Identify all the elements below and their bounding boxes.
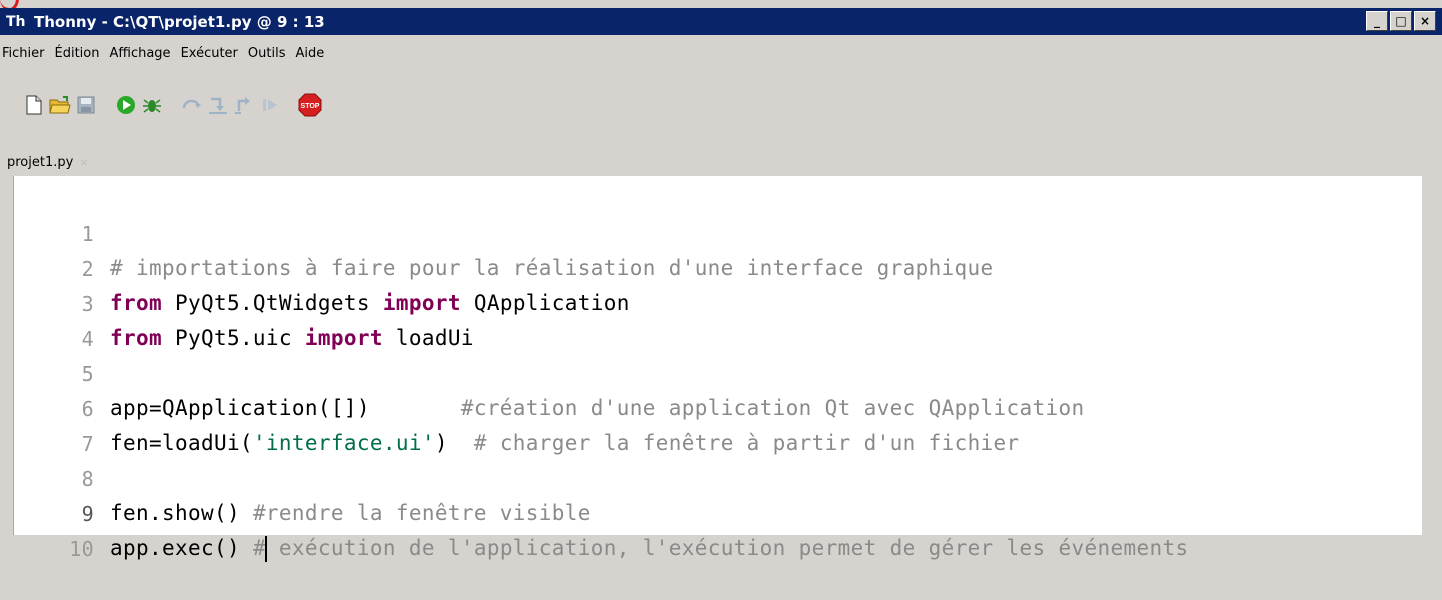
- svg-text:STOP: STOP: [301, 103, 320, 110]
- code-editor[interactable]: 1 # importations à faire pour la réalisa…: [13, 176, 1422, 562]
- title-bar: Th Thonny - C:\QT\projet1.py @ 9 : 13 _ …: [0, 8, 1442, 35]
- tab-label: projet1.py: [7, 154, 74, 170]
- line-text: from PyQt5.QtWidgets import QApplication: [110, 291, 630, 315]
- open-folder-icon[interactable]: [48, 93, 72, 117]
- code-line: 8 fen.show() #rendre la fenêtre visible: [14, 428, 591, 525]
- code-line: 4: [14, 288, 94, 351]
- stop-icon[interactable]: STOP: [298, 93, 322, 117]
- window-title: Thonny - C:\QT\projet1.py @ 9 : 13: [34, 12, 325, 31]
- menu-affichage[interactable]: Affichage: [104, 44, 175, 63]
- code-line: 10: [14, 498, 93, 561]
- line-text: fen=loadUi('interface.ui') # charger la …: [110, 431, 1020, 455]
- resume-icon[interactable]: [258, 93, 282, 117]
- toolbar: STOP: [22, 90, 324, 120]
- step-into-icon[interactable]: [206, 93, 230, 117]
- code-line: 3 from PyQt5.uic import loadUi: [14, 253, 474, 350]
- code-line: 6 fen=loadUi('interface.ui') # charger l…: [14, 358, 1020, 455]
- code-line: 2 from PyQt5.QtWidgets import QApplicati…: [14, 218, 630, 315]
- line-text: app=QApplication([]) #création d'une app…: [110, 396, 1085, 420]
- text-cursor: [264, 536, 267, 562]
- menu-outils[interactable]: Outils: [243, 44, 291, 63]
- menu-aide[interactable]: Aide: [290, 44, 329, 63]
- tab-close-icon[interactable]: ×: [79, 156, 88, 169]
- save-icon[interactable]: [74, 93, 98, 117]
- menu-fichier[interactable]: Fichier: [0, 44, 50, 63]
- line-text: fen.show() #rendre la fenêtre visible: [110, 501, 591, 525]
- line-text: from PyQt5.uic import loadUi: [110, 326, 474, 350]
- debug-icon[interactable]: [140, 93, 164, 117]
- run-icon[interactable]: [114, 93, 138, 117]
- step-over-icon[interactable]: [180, 93, 204, 117]
- step-out-icon[interactable]: [232, 93, 256, 117]
- thonny-app-icon: Th: [6, 13, 26, 30]
- code-line: 1 # importations à faire pour la réalisa…: [14, 183, 994, 280]
- code-line: 9 app.exec() # exécution de l'applicatio…: [14, 463, 1188, 562]
- code-line: 7: [14, 393, 94, 456]
- new-file-icon[interactable]: [22, 93, 46, 117]
- maximize-button[interactable]: □: [1390, 11, 1412, 31]
- code-line: 5 app=QApplication([]) #création d'une a…: [14, 323, 1085, 420]
- menu-edition[interactable]: Édition: [50, 44, 105, 63]
- close-button[interactable]: ×: [1414, 11, 1436, 31]
- line-text: # importations à faire pour la réalisati…: [110, 256, 994, 280]
- menu-bar: Fichier Édition Affichage Exécuter Outil…: [0, 40, 329, 66]
- window-controls: _ □ ×: [1366, 11, 1436, 31]
- line-number: 10: [69, 537, 94, 561]
- tab-projet1[interactable]: projet1.py ×: [7, 150, 89, 174]
- minimize-button[interactable]: _: [1366, 11, 1388, 31]
- line-text: app.exec() # exécution de l'application,…: [110, 536, 1189, 562]
- menu-executer[interactable]: Exécuter: [176, 44, 243, 63]
